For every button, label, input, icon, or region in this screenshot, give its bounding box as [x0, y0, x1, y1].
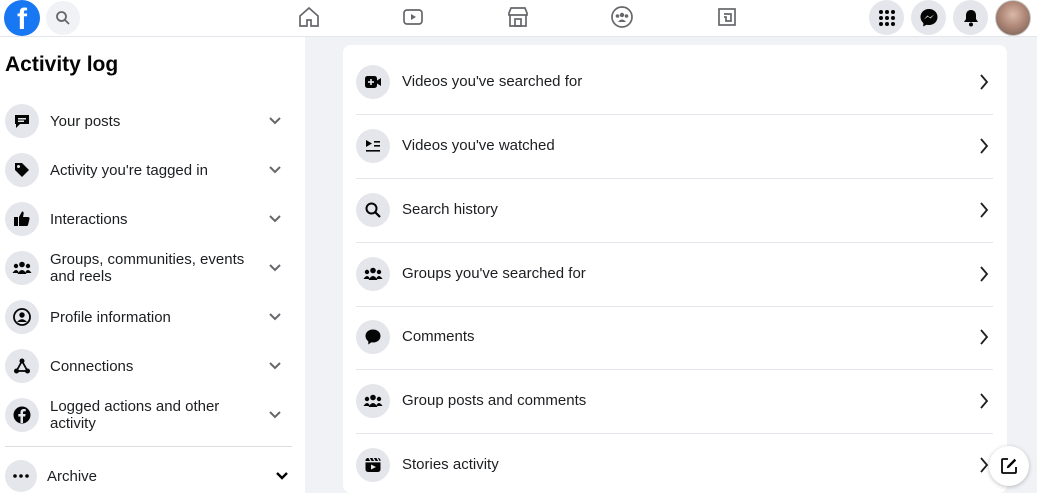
- list-item-group-posts[interactable]: Group posts and comments: [343, 370, 1007, 434]
- search-icon: [356, 193, 390, 227]
- list-item-label: Groups you've searched for: [402, 265, 586, 282]
- list-item-label: Videos you've watched: [402, 137, 555, 154]
- sidebar-item-label: Interactions: [50, 210, 128, 228]
- sidebar-item-label: Profile information: [50, 308, 171, 326]
- sidebar-item-interactions[interactable]: Interactions: [0, 197, 300, 241]
- notifications-icon: [963, 9, 978, 26]
- activity-log-sidebar: Activity log Your posts Activity you're …: [0, 37, 305, 493]
- groups-icon[interactable]: [608, 3, 636, 31]
- sidebar-item-label: Connections: [50, 357, 134, 375]
- notifications-button[interactable]: [953, 0, 988, 35]
- marketplace-icon[interactable]: [504, 3, 532, 31]
- home-icon[interactable]: [295, 3, 323, 31]
- list-item-label: Stories activity: [402, 456, 499, 473]
- chevron-down-icon[interactable]: [268, 212, 282, 226]
- messenger-button[interactable]: [911, 0, 946, 35]
- comment-icon: [356, 320, 390, 354]
- list-item-label: Search history: [402, 201, 498, 218]
- sidebar-item-label: Archive: [47, 467, 98, 485]
- chevron-down-icon[interactable]: [268, 359, 282, 373]
- sidebar-item-label: Activity you're tagged in: [50, 161, 208, 179]
- top-navigation-bar: f: [0, 0, 1037, 37]
- sidebar-item-your-posts[interactable]: Your posts: [0, 99, 300, 143]
- search-button[interactable]: [46, 1, 80, 35]
- group-icon: [356, 257, 390, 291]
- chevron-right-icon: [977, 265, 991, 283]
- facebook-logo[interactable]: f: [4, 0, 40, 36]
- menu-grid-icon: [878, 9, 895, 26]
- profile-icon: [5, 300, 39, 334]
- sidebar-divider: [5, 446, 292, 447]
- activity-category-list: Videos you've searched for Videos you've…: [343, 45, 1007, 493]
- page-title: Activity log: [5, 53, 119, 76]
- chevron-down-icon[interactable]: [268, 310, 282, 324]
- compose-icon: [1001, 458, 1017, 474]
- menu-button[interactable]: [869, 0, 904, 35]
- list-item-search-history[interactable]: Search history: [343, 179, 1007, 243]
- sidebar-item-tagged[interactable]: Activity you're tagged in: [0, 148, 300, 192]
- chevron-right-icon: [977, 328, 991, 346]
- tag-icon: [5, 153, 39, 187]
- group-posts-icon: [356, 384, 390, 418]
- gaming-icon[interactable]: [713, 3, 741, 31]
- sidebar-item-logged-actions[interactable]: Logged actions and other activity: [0, 393, 300, 437]
- search-icon: [56, 11, 70, 25]
- chevron-right-icon: [977, 73, 991, 91]
- list-item-comments[interactable]: Comments: [343, 306, 1007, 370]
- sidebar-item-label: Logged actions and other activity: [50, 398, 220, 432]
- facebook-icon: [5, 398, 39, 432]
- people-icon: [5, 251, 39, 285]
- sidebar-item-label: Groups, communities, events and reels: [50, 251, 245, 285]
- list-item-videos-searched[interactable]: Videos you've searched for: [343, 51, 1007, 115]
- list-item-stories-activity[interactable]: Stories activity: [343, 434, 1007, 493]
- sidebar-item-label: Your posts: [50, 112, 121, 130]
- chevron-right-icon: [977, 137, 991, 155]
- like-icon: [5, 202, 39, 236]
- video-icon[interactable]: [399, 3, 427, 31]
- chevron-right-icon: [977, 392, 991, 410]
- logo-letter: f: [17, 3, 27, 36]
- more-icon: [5, 460, 37, 492]
- list-item-groups-searched[interactable]: Groups you've searched for: [343, 243, 1007, 307]
- new-message-button[interactable]: [989, 446, 1029, 486]
- chevron-down-icon[interactable]: [275, 469, 289, 483]
- connections-icon: [5, 349, 39, 383]
- list-item-label: Group posts and comments: [402, 392, 587, 409]
- stories-icon: [356, 448, 390, 482]
- sidebar-item-profile-information[interactable]: Profile information: [0, 295, 300, 339]
- chevron-down-icon[interactable]: [268, 114, 282, 128]
- sidebar-item-archive[interactable]: Archive: [0, 454, 300, 493]
- chevron-right-icon: [977, 201, 991, 219]
- list-item-label: Videos you've searched for: [402, 73, 583, 90]
- post-icon: [5, 104, 39, 138]
- video-search-icon: [356, 65, 390, 99]
- video-list-icon: [356, 129, 390, 163]
- sidebar-item-groups-communities[interactable]: Groups, communities, events and reels: [0, 246, 300, 290]
- chevron-down-icon[interactable]: [268, 163, 282, 177]
- list-item-videos-watched[interactable]: Videos you've watched: [343, 115, 1007, 179]
- messenger-icon: [920, 8, 937, 26]
- avatar[interactable]: [995, 0, 1031, 36]
- chevron-down-icon[interactable]: [268, 261, 282, 275]
- sidebar-item-connections[interactable]: Connections: [0, 344, 300, 388]
- list-item-label: Comments: [402, 328, 475, 345]
- chevron-down-icon[interactable]: [268, 408, 282, 422]
